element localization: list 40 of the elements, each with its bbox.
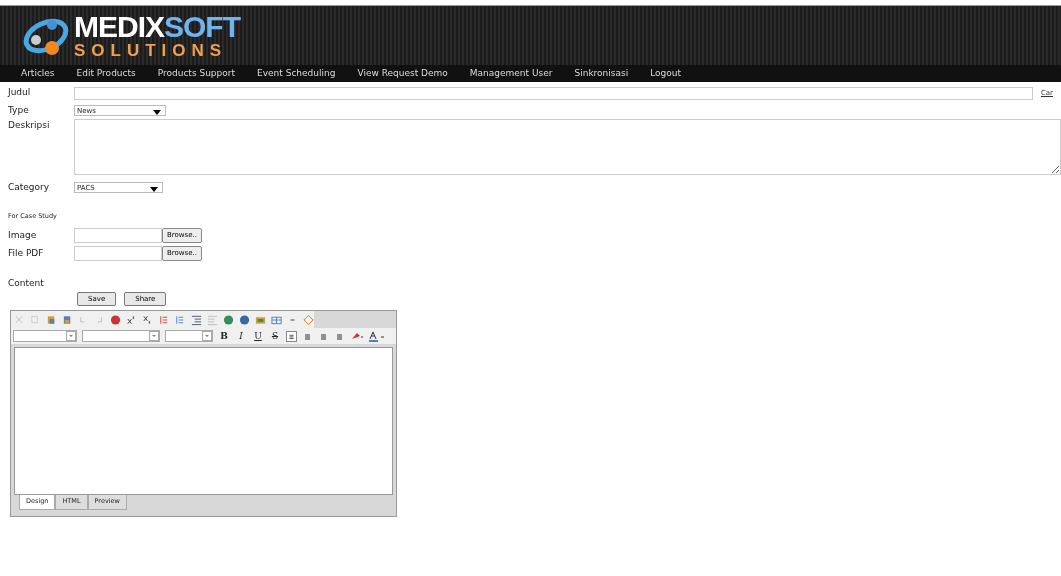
indent-icon[interactable] [190,313,202,326]
font-dropdown[interactable] [13,330,77,343]
menu-item[interactable]: Edit Products [65,65,147,82]
caret-icon [150,186,158,192]
caret-icon [202,331,212,342]
logo-text: MEDIXSOFT [74,12,240,42]
font-dropdown[interactable] [165,330,213,343]
field-label: Content [8,276,45,290]
format-button[interactable]: S [269,331,281,342]
caret-icon [66,331,76,342]
field-label: Deskripsi [8,118,51,132]
menu-item[interactable]: Sinkronisasi [563,65,640,82]
menu-item[interactable]: Logout [639,65,693,82]
file-path-input[interactable] [74,245,162,261]
file-path-input[interactable] [74,227,162,243]
move-icon[interactable] [302,313,314,326]
format-button[interactable]: I [235,331,247,342]
caret-icon [153,110,161,116]
highlight-color-icon[interactable] [350,330,364,342]
menu-item[interactable]: Articles [10,65,66,82]
menu-item[interactable]: Management User [458,65,564,82]
field-label: Judul [8,86,32,100]
logo-subtitle: SOLUTIONS [74,42,229,59]
menu-item[interactable]: View Request Demo [346,65,459,82]
field-label: Category [8,180,51,194]
field-label: Image [8,228,38,242]
menu-item[interactable]: Event Scheduling [246,65,347,82]
field-label: File PDF [8,246,45,260]
menu-item[interactable]: Products Support [146,65,247,82]
bullet-list-icon[interactable] [174,313,186,326]
numbered-list-icon[interactable] [158,313,170,326]
font-color-icon[interactable] [369,330,387,342]
editor-area[interactable] [14,347,393,496]
format-button[interactable]: B [218,331,230,342]
caret-icon [149,331,159,342]
format-button[interactable]: U [252,331,264,342]
field-label: Type [8,104,30,117]
align-left-icon[interactable] [286,330,297,342]
title-input[interactable] [74,86,1033,100]
description-textarea[interactable] [74,118,1061,175]
